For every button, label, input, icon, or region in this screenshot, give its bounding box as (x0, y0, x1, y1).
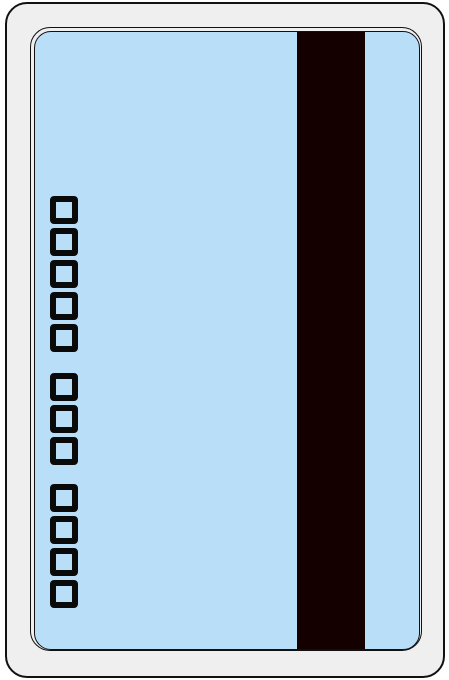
contact-pad (50, 324, 78, 352)
contact-pad (50, 437, 78, 465)
contact-pad (50, 292, 78, 320)
card-face (34, 31, 420, 650)
contact-pad (50, 405, 78, 433)
contact-pad (50, 228, 78, 256)
contact-pad (50, 516, 78, 544)
contact-pad (50, 260, 78, 288)
contact-pad (50, 196, 78, 224)
contact-pad (50, 484, 78, 512)
contact-pad (50, 580, 78, 608)
contact-pad (50, 548, 78, 576)
contact-pad (50, 373, 78, 401)
magnetic-stripe (297, 32, 365, 649)
